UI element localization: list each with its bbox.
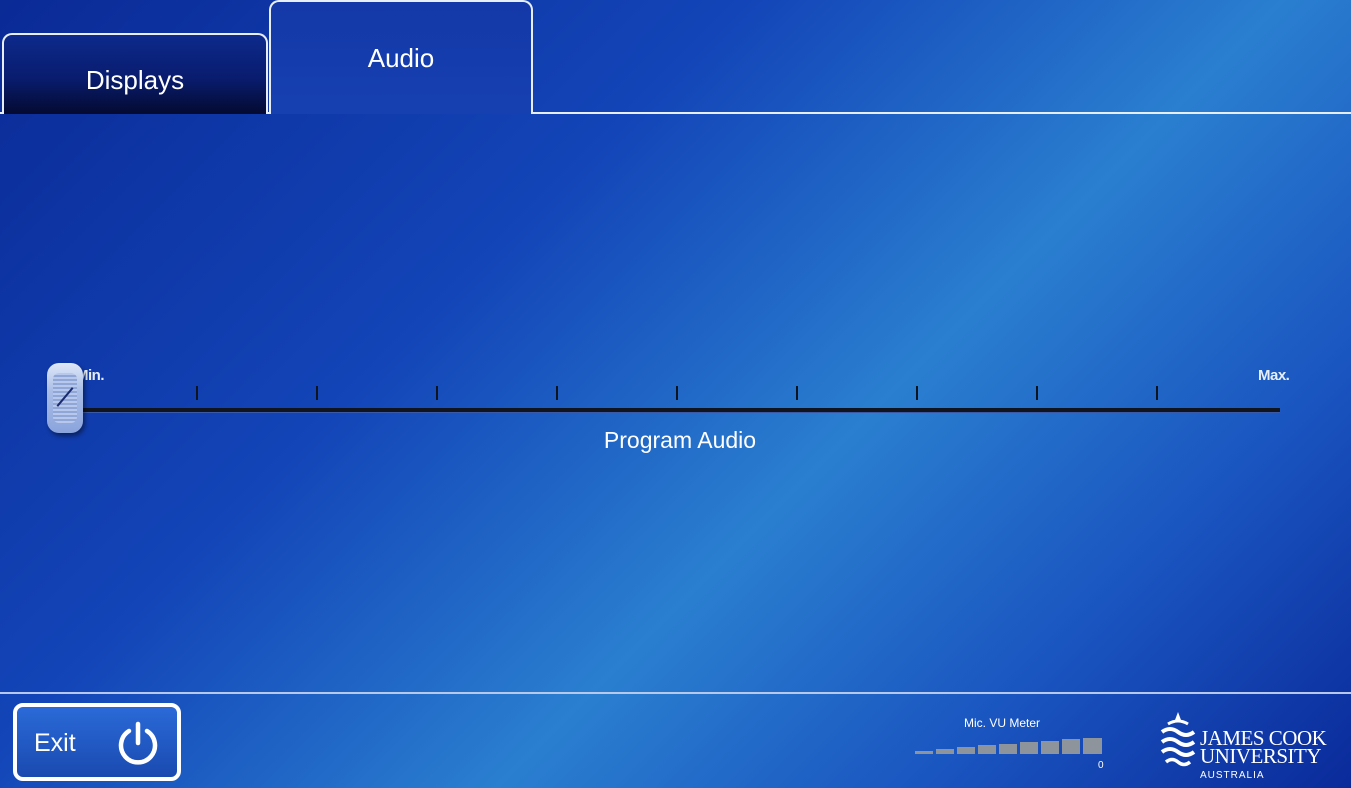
vu-bar: [1020, 742, 1038, 754]
slider-tick: [916, 386, 918, 400]
slider-label: Program Audio: [603, 427, 757, 453]
slider-tick: [1156, 386, 1158, 400]
slider-tick: [1036, 386, 1038, 400]
jcu-crest-icon: [1160, 712, 1196, 767]
tab-divider-right: [532, 112, 1351, 114]
logo-line-2: UNIVERSITY: [1200, 744, 1322, 768]
footer-divider: [0, 692, 1351, 694]
tab-audio-label: Audio: [367, 43, 435, 73]
exit-button[interactable]: Exit: [13, 703, 181, 781]
slider-tick: [676, 386, 678, 400]
vu-bar: [1062, 739, 1080, 754]
program-audio-slider[interactable]: Min. Max. Program Audio: [47, 355, 1310, 455]
vu-bar: [957, 747, 975, 754]
logo-line-3: AUSTRALIA: [1200, 770, 1265, 781]
tab-strip: Displays Audio: [0, 0, 1351, 114]
mic-vu-meter: Mic. VU Meter 0: [912, 714, 1112, 774]
tab-audio[interactable]: Audio: [269, 0, 533, 114]
jcu-logo: JAMES COOK UNIVERSITY AUSTRALIA: [1158, 708, 1338, 784]
vu-bar: [1083, 738, 1102, 754]
vu-bar: [915, 751, 933, 754]
slider-tick: [316, 386, 318, 400]
slider-tick: [436, 386, 438, 400]
vu-bar: [936, 749, 954, 754]
vu-meter-title: Mic. VU Meter: [964, 716, 1041, 730]
vu-bar: [999, 744, 1017, 754]
slider-tick: [196, 386, 198, 400]
slider-tick: [556, 386, 558, 400]
exit-button-label: Exit: [34, 729, 76, 757]
slider-tick: [796, 386, 798, 400]
vu-meter-zero-label: 0: [1098, 760, 1104, 771]
vu-bar: [1041, 741, 1059, 754]
slider-max-label: Max.: [1258, 367, 1290, 384]
tab-displays-label: Displays: [85, 65, 185, 95]
power-icon: [118, 721, 158, 765]
slider-thumb[interactable]: [47, 363, 83, 433]
tab-displays[interactable]: Displays: [2, 33, 268, 114]
slider-track[interactable]: [68, 408, 1280, 413]
vu-bar: [978, 745, 996, 754]
